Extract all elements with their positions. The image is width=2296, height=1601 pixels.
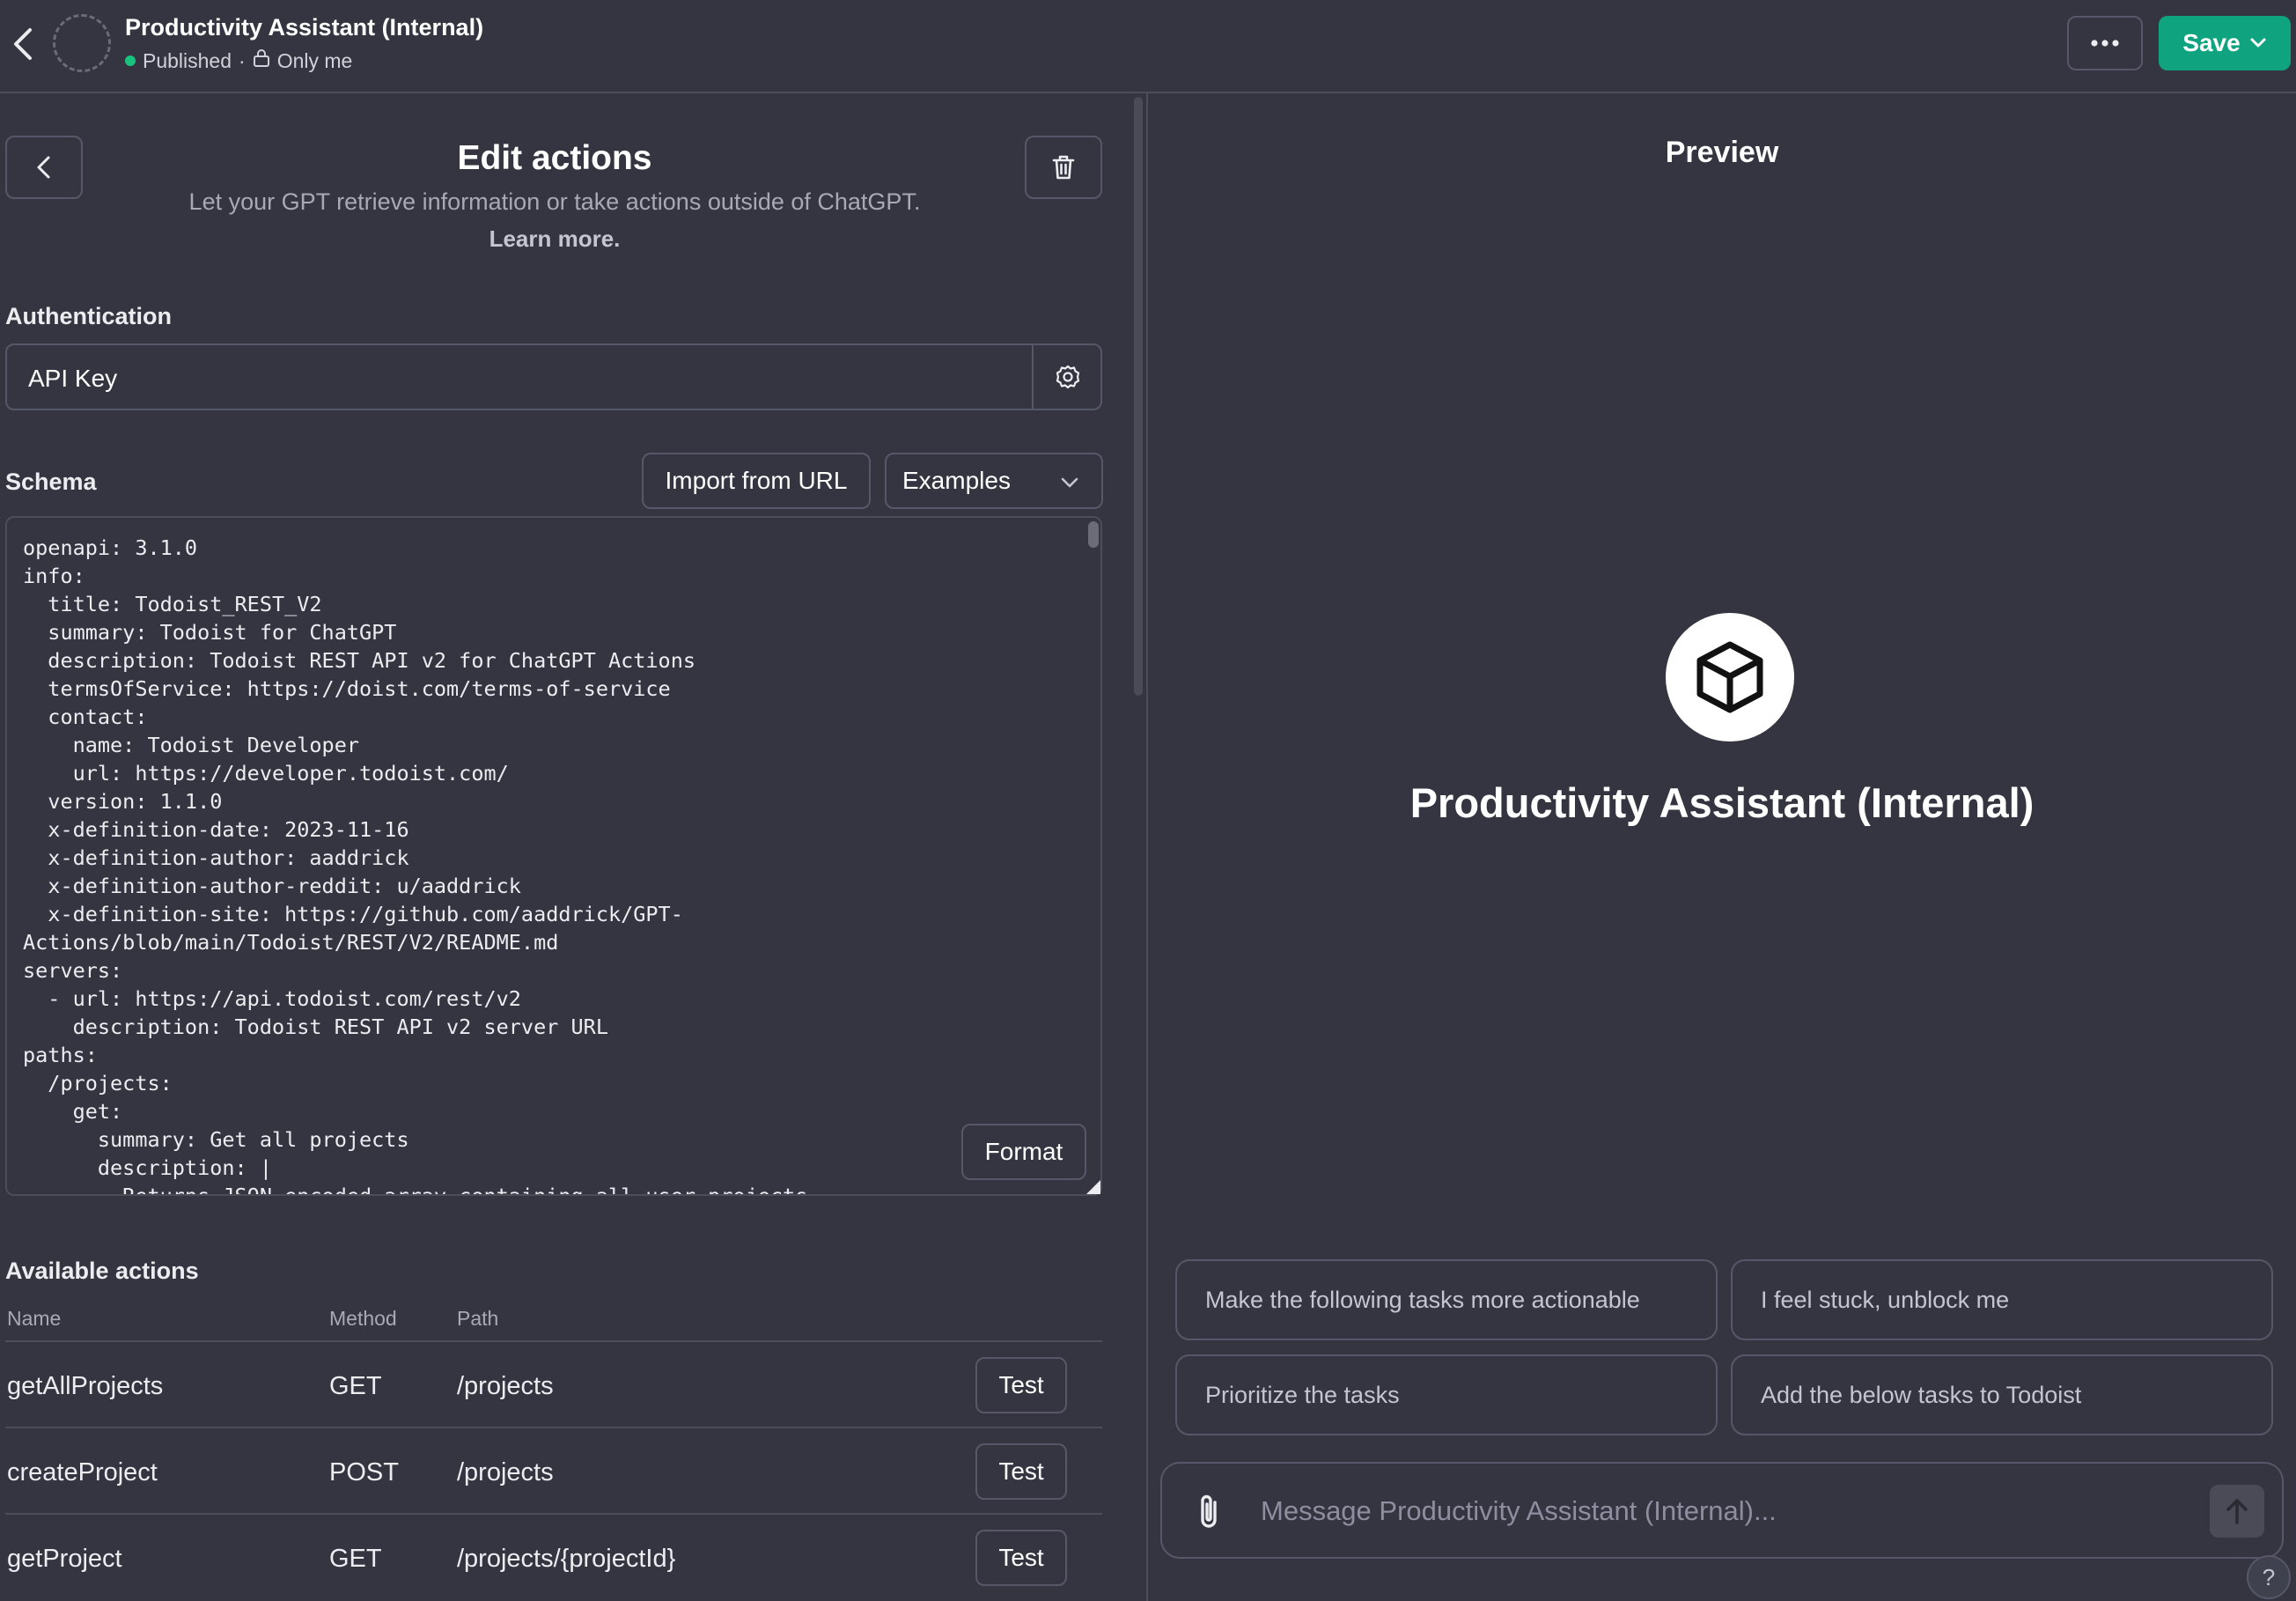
- gpt-title: Productivity Assistant (Internal): [125, 14, 484, 41]
- test-button-label: Test: [998, 1544, 1044, 1571]
- action-name: getAllProjects: [7, 1372, 164, 1400]
- table-divider: [5, 1340, 1102, 1342]
- examples-select[interactable]: Examples: [885, 453, 1103, 509]
- conversation-starter[interactable]: Add the below tasks to Todoist: [1731, 1354, 2273, 1435]
- lock-icon: [253, 48, 270, 73]
- available-actions-label: Available actions: [5, 1258, 199, 1284]
- column-header-path: Path: [457, 1307, 499, 1330]
- test-action-button[interactable]: Test: [975, 1443, 1067, 1500]
- editor-scrollbar[interactable]: [1134, 97, 1143, 696]
- preview-gpt-name: Productivity Assistant (Internal): [1409, 779, 2035, 826]
- save-button[interactable]: Save: [2159, 16, 2291, 70]
- table-divider: [5, 1427, 1102, 1428]
- panel-divider: [1146, 93, 1148, 1601]
- test-action-button[interactable]: Test: [975, 1530, 1067, 1586]
- authentication-label: Authentication: [5, 303, 172, 329]
- action-name: createProject: [7, 1458, 158, 1487]
- save-button-label: Save: [2182, 29, 2241, 56]
- gpt-avatar-placeholder[interactable]: [53, 14, 111, 72]
- column-header-method: Method: [329, 1307, 397, 1330]
- chevron-down-icon: [1061, 477, 1078, 488]
- action-method: POST: [329, 1458, 399, 1487]
- schema-scrollbar[interactable]: [1088, 521, 1099, 548]
- back-chevron-icon[interactable]: [7, 25, 39, 63]
- message-composer[interactable]: Message Productivity Assistant (Internal…: [1160, 1462, 2284, 1559]
- message-input[interactable]: Message Productivity Assistant (Internal…: [1261, 1495, 1777, 1527]
- ellipsis-icon: [2091, 40, 2119, 47]
- test-action-button[interactable]: Test: [975, 1357, 1067, 1413]
- schema-label: Schema: [5, 468, 97, 495]
- conversation-starter-label: I feel stuck, unblock me: [1761, 1286, 2010, 1313]
- paperclip-icon[interactable]: [1194, 1490, 1225, 1534]
- action-path: /projects: [457, 1458, 554, 1487]
- send-button[interactable]: [2210, 1485, 2264, 1538]
- authentication-value: API Key: [28, 365, 118, 392]
- conversation-starter-label: Add the below tasks to Todoist: [1761, 1381, 2082, 1408]
- action-method: GET: [329, 1372, 382, 1400]
- cube-icon: [1696, 641, 1763, 713]
- test-button-label: Test: [998, 1371, 1044, 1398]
- schema-code-text[interactable]: openapi: 3.1.0 info: title: Todoist_REST…: [23, 534, 1079, 1194]
- gear-icon: [1056, 365, 1080, 389]
- action-name: getProject: [7, 1545, 122, 1573]
- authentication-settings-button[interactable]: [1032, 345, 1102, 409]
- help-button-label: ?: [2262, 1563, 2276, 1590]
- learn-more-link[interactable]: Learn more.: [0, 225, 1109, 253]
- schema-editor[interactable]: openapi: 3.1.0 info: title: Todoist_REST…: [5, 516, 1102, 1196]
- column-header-name: Name: [7, 1307, 62, 1330]
- import-from-url-label: Import from URL: [665, 467, 848, 494]
- chevron-down-icon: [2250, 38, 2266, 48]
- format-button[interactable]: Format: [961, 1124, 1086, 1180]
- trash-icon: [1052, 155, 1075, 180]
- visibility-text: Only me: [276, 48, 353, 72]
- conversation-starter-label: Make the following tasks more actionable: [1205, 1286, 1640, 1313]
- action-path: /projects/{projectId}: [457, 1545, 676, 1573]
- import-from-url-button[interactable]: Import from URL: [642, 453, 871, 509]
- examples-select-label: Examples: [902, 467, 1011, 494]
- delete-action-button[interactable]: [1025, 136, 1102, 199]
- format-button-label: Format: [984, 1138, 1063, 1165]
- arrow-up-icon: [2226, 1499, 2248, 1524]
- conversation-starter[interactable]: I feel stuck, unblock me: [1731, 1259, 2273, 1340]
- gpt-status-line: Published · Only me: [125, 48, 352, 73]
- test-button-label: Test: [998, 1457, 1044, 1485]
- authentication-field[interactable]: API Key: [5, 343, 1102, 410]
- top-bar: Productivity Assistant (Internal) Publis…: [0, 0, 2296, 93]
- more-options-button[interactable]: [2067, 16, 2143, 70]
- preview-title: Preview: [1665, 136, 1779, 169]
- action-method: GET: [329, 1545, 382, 1573]
- conversation-starter[interactable]: Make the following tasks more actionable: [1175, 1259, 1718, 1340]
- resize-handle-icon[interactable]: [1086, 1180, 1100, 1194]
- gpt-avatar: [1666, 613, 1794, 741]
- conversation-starter[interactable]: Prioritize the tasks: [1175, 1354, 1718, 1435]
- status-separator: ·: [239, 48, 246, 72]
- edit-actions-title: Edit actions: [457, 139, 652, 177]
- conversation-starter-label: Prioritize the tasks: [1205, 1381, 1400, 1408]
- action-path: /projects: [457, 1372, 554, 1400]
- published-status-dot: [125, 55, 136, 66]
- published-status-text: Published: [143, 48, 232, 72]
- edit-actions-subtitle: Let your GPT retrieve information or tak…: [188, 188, 921, 215]
- table-divider: [5, 1513, 1102, 1515]
- help-button[interactable]: ?: [2247, 1555, 2291, 1599]
